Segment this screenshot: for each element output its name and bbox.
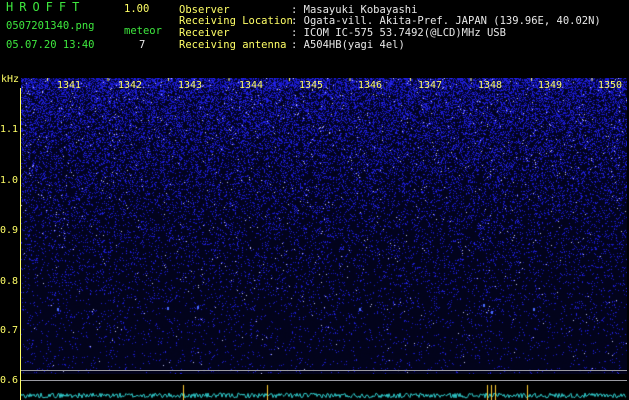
antenna-key: Receiving antenna — [179, 39, 287, 51]
minute-label: 1341 — [57, 80, 82, 91]
signal-trace — [21, 383, 627, 400]
freq-label: 0.7 — [0, 325, 19, 336]
minute-label: 1343 — [178, 80, 203, 91]
minute-label: 1345 — [299, 80, 324, 91]
receiver-key: Receiver — [179, 27, 230, 39]
freq-label: 1.0 — [0, 175, 19, 186]
minute-label: 1346 — [358, 80, 383, 91]
datetime: 05.07.20 13:40 — [6, 39, 95, 51]
minute-label: 1348 — [478, 80, 503, 91]
frequency-unit: kHz — [1, 74, 20, 85]
freq-label: 0.6 — [0, 375, 19, 386]
meteor-count: 7 — [139, 39, 146, 51]
antenna-value: : A504HB(yagi 4el) — [291, 39, 405, 51]
location-key: Receiving Location — [179, 15, 293, 27]
reference-line — [21, 370, 627, 371]
freq-label: 0.8 — [0, 276, 19, 287]
minute-label: 1342 — [118, 80, 143, 91]
meteor-label: meteor — [124, 25, 162, 37]
minute-label: 1347 — [418, 80, 443, 91]
minute-label: 1349 — [538, 80, 563, 91]
minute-label: 1350 — [598, 80, 623, 91]
receiver-value: : ICOM IC-575 53.7492(@LCD)MHz USB — [291, 27, 506, 39]
spectrogram — [21, 78, 627, 374]
app-version: 1.00 — [124, 3, 150, 15]
app-title: HROFFT — [6, 0, 86, 14]
freq-label: 1.1 — [0, 124, 19, 135]
filename: 0507201340.png — [6, 20, 95, 32]
reference-line — [21, 380, 627, 381]
location-value: : Ogata-vill. Akita-Pref. JAPAN (139.96E… — [291, 15, 601, 27]
minute-label: 1344 — [239, 80, 264, 91]
freq-label: 0.9 — [0, 225, 19, 236]
frequency-axis-line — [20, 88, 21, 400]
